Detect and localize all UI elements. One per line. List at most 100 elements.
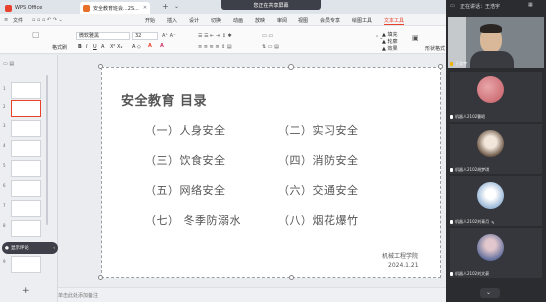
wps-logo-icon bbox=[5, 4, 12, 12]
resize-handle[interactable] bbox=[289, 275, 294, 280]
effects-button[interactable]: ▲ 效果 bbox=[382, 45, 397, 52]
share-banner[interactable]: 您正在共享屏幕 bbox=[221, 0, 321, 10]
ribbon: ▢ 格式刷 微软雅黑 32 A⁺ A⁻ B I U A X² X₂ A ◇ A … bbox=[0, 26, 446, 78]
meeting-menu-icon[interactable]: ▭ bbox=[450, 3, 455, 9]
speaking-indicator: 正在讲话：王浩宇 bbox=[460, 3, 500, 10]
participant-name: 机器人2102胡梦琪 bbox=[455, 167, 490, 172]
comment-toggle[interactable]: ● 显示评论 ‹ bbox=[2, 242, 58, 254]
italic-icon[interactable]: I bbox=[86, 44, 87, 50]
app-tab[interactable]: WPS Office bbox=[2, 2, 45, 14]
slide-thumbnail[interactable] bbox=[11, 256, 41, 273]
participant-label: 机器人2102刘文豪 bbox=[450, 271, 489, 277]
share-banner-label: 您正在共享屏幕 bbox=[253, 2, 289, 9]
add-slide-icon[interactable]: + bbox=[22, 286, 30, 296]
menu-slideshow[interactable]: 放映 bbox=[255, 17, 265, 24]
thumb-number: 7 bbox=[3, 203, 6, 208]
fill-button[interactable]: ▲ 填充 bbox=[382, 31, 397, 38]
participant-avatar bbox=[477, 130, 504, 157]
new-tab-icon[interactable]: + bbox=[162, 2, 169, 11]
thumbnail-scrollbar[interactable] bbox=[46, 75, 48, 225]
participant-avatar bbox=[477, 182, 504, 209]
effects-label: 效果 bbox=[387, 46, 398, 52]
toc-item: （七） 冬季防溺水 bbox=[145, 214, 241, 227]
list-icon[interactable]: ☰ ☰ ⇤ ⇥ ↕ ✱ bbox=[198, 33, 232, 39]
panel-toggle-icon[interactable]: ▭ ▤ bbox=[3, 61, 14, 67]
font-color-icon[interactable]: A bbox=[148, 43, 152, 49]
font-name-select[interactable]: 微软雅黑 bbox=[76, 32, 130, 40]
shape-format-button[interactable]: 形状格式 bbox=[425, 45, 445, 52]
slide-thumbnail[interactable] bbox=[11, 140, 41, 157]
chevron-down-icon[interactable]: ⌄ bbox=[174, 3, 179, 10]
menu-member[interactable]: 会员专享 bbox=[320, 17, 340, 24]
slide-thumbnail[interactable] bbox=[11, 120, 41, 137]
app-tab-label: WPS Office bbox=[15, 5, 43, 11]
menu-home[interactable]: 开始 bbox=[145, 17, 155, 24]
format-painter-button[interactable]: 格式刷 bbox=[52, 44, 67, 51]
toc-item: （三）饮食安全 bbox=[145, 154, 226, 167]
mic-icon bbox=[450, 115, 453, 119]
menu-transition[interactable]: 切换 bbox=[211, 17, 221, 24]
font-grow-icon[interactable]: A⁺ A⁻ bbox=[162, 33, 176, 39]
slide-thumbnail[interactable] bbox=[11, 200, 41, 217]
comment-icon: ● bbox=[5, 245, 9, 251]
edit-icon: ✎ bbox=[491, 219, 495, 225]
strikethrough-icon[interactable]: A bbox=[101, 44, 104, 50]
speaking-label: 正在讲话： bbox=[460, 4, 486, 10]
slide-thumbnail[interactable] bbox=[11, 160, 41, 177]
highlight-icon[interactable]: A bbox=[160, 43, 164, 49]
menu-text-tools[interactable]: 文本工具 bbox=[384, 17, 405, 25]
menu-review[interactable]: 审阅 bbox=[277, 17, 287, 24]
host-hair bbox=[480, 24, 502, 33]
slide-thumbnail[interactable] bbox=[11, 82, 41, 99]
menu-drawing-tools[interactable]: 绘图工具 bbox=[352, 17, 372, 24]
bold-icon[interactable]: B bbox=[78, 44, 82, 50]
font-size-select[interactable]: 32 bbox=[132, 32, 158, 40]
thumb-number: 9 bbox=[3, 259, 6, 264]
toc-item: （五）网络安全 bbox=[145, 184, 226, 197]
menu-file[interactable]: 文件 bbox=[13, 17, 23, 24]
textbox-icon[interactable]: ▭ ▭ bbox=[262, 33, 273, 39]
collapse-panel-button[interactable]: ⌄ bbox=[480, 288, 500, 298]
notes-placeholder: 单击此处添加备注 bbox=[58, 293, 99, 299]
slide-thumbnail-active[interactable] bbox=[11, 100, 41, 117]
slide-thumbnail[interactable] bbox=[11, 220, 41, 237]
menu-icon[interactable]: ≡ bbox=[4, 17, 8, 23]
outline-button[interactable]: ▲ 轮廓 bbox=[382, 38, 397, 45]
quick-tools-icon[interactable]: ▫ ▫ ▫ ↶ ↷ ⌄ bbox=[32, 17, 63, 23]
text-direction-icon[interactable]: ⇅ ▭ ▤ bbox=[262, 44, 279, 50]
mic-icon bbox=[450, 272, 453, 276]
superscript-icon[interactable]: X² X₂ bbox=[110, 44, 122, 50]
menu-view[interactable]: 视图 bbox=[298, 17, 308, 24]
grid-view-icon[interactable]: ▦ bbox=[528, 2, 533, 8]
font-name-value: 微软雅黑 bbox=[79, 33, 100, 39]
slide-title: 安全教育 目录 bbox=[121, 94, 208, 109]
slide-thumbnail[interactable] bbox=[11, 180, 41, 197]
resize-handle[interactable] bbox=[98, 275, 103, 280]
participant-name: 机器人2102刘文豪 bbox=[455, 271, 490, 276]
underline-icon[interactable]: U bbox=[93, 44, 97, 50]
chevron-down-icon: ⌄ bbox=[486, 289, 492, 296]
slide-date: 2024.1.21 bbox=[388, 262, 419, 269]
toc-item: （四）消防安全 bbox=[278, 154, 359, 167]
resize-handle[interactable] bbox=[438, 64, 443, 69]
menu-animation[interactable]: 动画 bbox=[233, 17, 243, 24]
notes-bar[interactable]: 单击此处添加备注 bbox=[58, 287, 446, 302]
speaking-name: 王浩宇 bbox=[485, 4, 501, 10]
clear-format-icon[interactable]: A ◇ bbox=[132, 44, 141, 50]
shape-format-icon[interactable]: ▣ bbox=[412, 34, 419, 42]
participant-label: 机器人2102曹昭 bbox=[450, 114, 485, 120]
thumb-number: 2 bbox=[3, 104, 6, 109]
menu-insert[interactable]: 插入 bbox=[167, 17, 177, 24]
close-tab-icon[interactable]: ✕ bbox=[143, 5, 147, 11]
menu-design[interactable]: 设计 bbox=[189, 17, 199, 24]
align-icon[interactable]: ≡ ≡ ≡ ≡ ⇕ ▤ bbox=[198, 44, 232, 50]
participant-name: 机器人2102曹昭 bbox=[455, 114, 486, 119]
doc-tab[interactable]: 安全教育班会...2S... ✕ bbox=[80, 2, 151, 14]
participant-avatar bbox=[477, 234, 504, 261]
paste-icon[interactable]: ▢ bbox=[32, 30, 40, 39]
slide-school: 机械工程学院 bbox=[382, 253, 419, 260]
rotate-handle-icon[interactable] bbox=[288, 64, 294, 70]
resize-handle[interactable] bbox=[98, 64, 103, 69]
participant-name: 机器人2102刘青月 bbox=[455, 219, 490, 224]
toc-item: （一）人身安全 bbox=[145, 124, 226, 137]
